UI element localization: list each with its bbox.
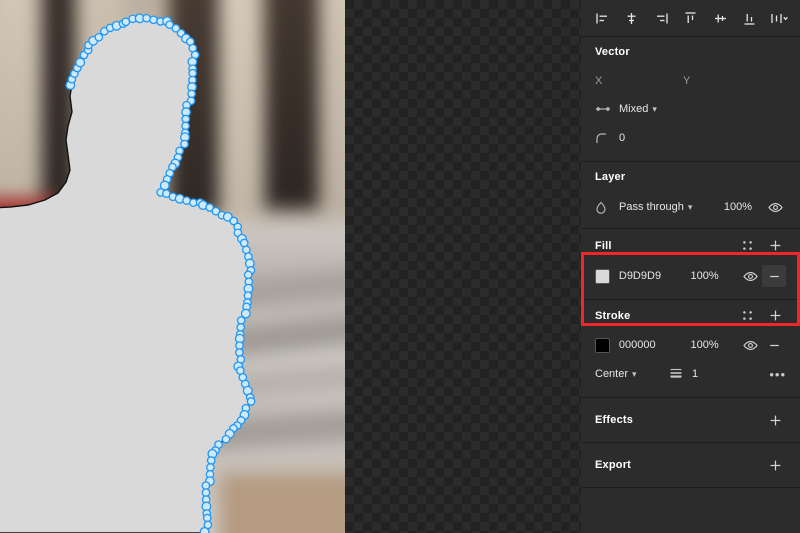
y-field[interactable]: Y	[683, 75, 771, 87]
layer-title: Layer	[595, 171, 626, 183]
chevron-down-icon[interactable]: ▾	[652, 104, 657, 115]
stroke-section: Stroke 000000 100% Center ▾ 1 •••	[581, 300, 800, 398]
corner-radius-icon	[595, 132, 619, 145]
effects-title: Effects	[595, 414, 634, 426]
layer-section-header: Layer	[595, 162, 786, 192]
stroke-visibility-eye-icon[interactable]	[738, 334, 762, 356]
vector-title: Vector	[595, 46, 630, 58]
export-title: Export	[595, 459, 632, 471]
add-export-button[interactable]	[764, 454, 786, 476]
align-right-icon[interactable]	[650, 7, 672, 29]
blend-mode-row: Pass through ▾ 100%	[595, 192, 786, 222]
stroke-paint-row: 000000 100%	[595, 331, 786, 359]
fill-opacity-value[interactable]: 100%	[691, 270, 739, 282]
stroke-options-row: Center ▾ 1 •••	[595, 359, 786, 389]
more-options-icon: •••	[769, 366, 786, 382]
stroke-styles-icon[interactable]	[736, 305, 758, 327]
stroke-hex-value[interactable]: 000000	[619, 339, 691, 351]
canvas-area[interactable]	[0, 0, 581, 533]
stroke-opacity-value[interactable]: 100%	[691, 339, 739, 351]
fill-section-header: Fill	[595, 229, 786, 262]
x-label: X	[595, 75, 603, 87]
stroke-swatch[interactable]	[595, 337, 619, 353]
fill-title: Fill	[595, 239, 612, 252]
properties-panel: Vector X Y Mixed ▾ 0 Layer Pass through …	[581, 0, 800, 533]
fill-styles-icon[interactable]	[736, 235, 758, 257]
layer-opacity-value[interactable]: 100%	[724, 201, 764, 213]
vector-section-header: Vector	[595, 37, 786, 67]
corner-radius-row[interactable]: 0	[595, 123, 786, 153]
stroke-position-dropdown[interactable]: Center ▾	[595, 368, 669, 380]
stroke-advanced-options-button[interactable]: •••	[739, 363, 786, 385]
remove-stroke-button[interactable]	[762, 334, 786, 356]
fill-visibility-eye-icon[interactable]	[738, 265, 762, 287]
layer-visibility-eye-icon[interactable]	[764, 196, 786, 218]
distribute-icon[interactable]	[768, 7, 790, 29]
fill-paint-row: D9D9D9 100%	[595, 262, 786, 290]
align-top-icon[interactable]	[680, 7, 702, 29]
blend-mode-value[interactable]: Pass through	[619, 201, 684, 213]
vector-section: Vector X Y Mixed ▾ 0	[581, 37, 800, 162]
alignment-toolbar	[581, 0, 800, 37]
align-bottom-icon[interactable]	[739, 7, 761, 29]
stroke-weight-field[interactable]: 1	[669, 367, 739, 382]
x-field[interactable]: X	[595, 75, 683, 87]
effects-section: Effects	[581, 398, 800, 443]
chevron-down-icon[interactable]: ▾	[688, 202, 693, 213]
point-type-icon	[595, 104, 619, 114]
remove-fill-button[interactable]	[762, 265, 786, 287]
vector-xy-row: X Y	[595, 67, 786, 95]
layer-section: Layer Pass through ▾ 100%	[581, 162, 800, 229]
blend-mode-icon	[595, 201, 619, 214]
export-section: Export	[581, 443, 800, 488]
fill-swatch[interactable]	[595, 268, 619, 284]
figma-window: Vector X Y Mixed ▾ 0 Layer Pass through …	[0, 0, 800, 533]
add-stroke-button[interactable]	[764, 305, 786, 327]
corner-radius-value: 0	[619, 132, 626, 144]
y-label: Y	[683, 75, 691, 87]
align-left-icon[interactable]	[591, 7, 613, 29]
point-type-value: Mixed	[619, 103, 649, 115]
stroke-title: Stroke	[595, 309, 631, 322]
add-effect-button[interactable]	[764, 409, 786, 431]
stroke-weight-value: 1	[692, 368, 699, 380]
fill-section: Fill D9D9D9 100%	[581, 229, 800, 300]
align-vertical-centers-icon[interactable]	[709, 7, 731, 29]
chevron-down-icon[interactable]: ▾	[632, 369, 637, 380]
vector-path-overlay[interactable]	[0, 0, 581, 533]
stroke-position-value: Center	[595, 368, 629, 380]
align-horizontal-centers-icon[interactable]	[621, 7, 643, 29]
point-type-row[interactable]: Mixed ▾	[595, 95, 786, 123]
stroke-section-header: Stroke	[595, 300, 786, 331]
stroke-weight-icon	[669, 367, 683, 382]
add-fill-button[interactable]	[764, 235, 786, 257]
fill-hex-value[interactable]: D9D9D9	[619, 270, 691, 282]
